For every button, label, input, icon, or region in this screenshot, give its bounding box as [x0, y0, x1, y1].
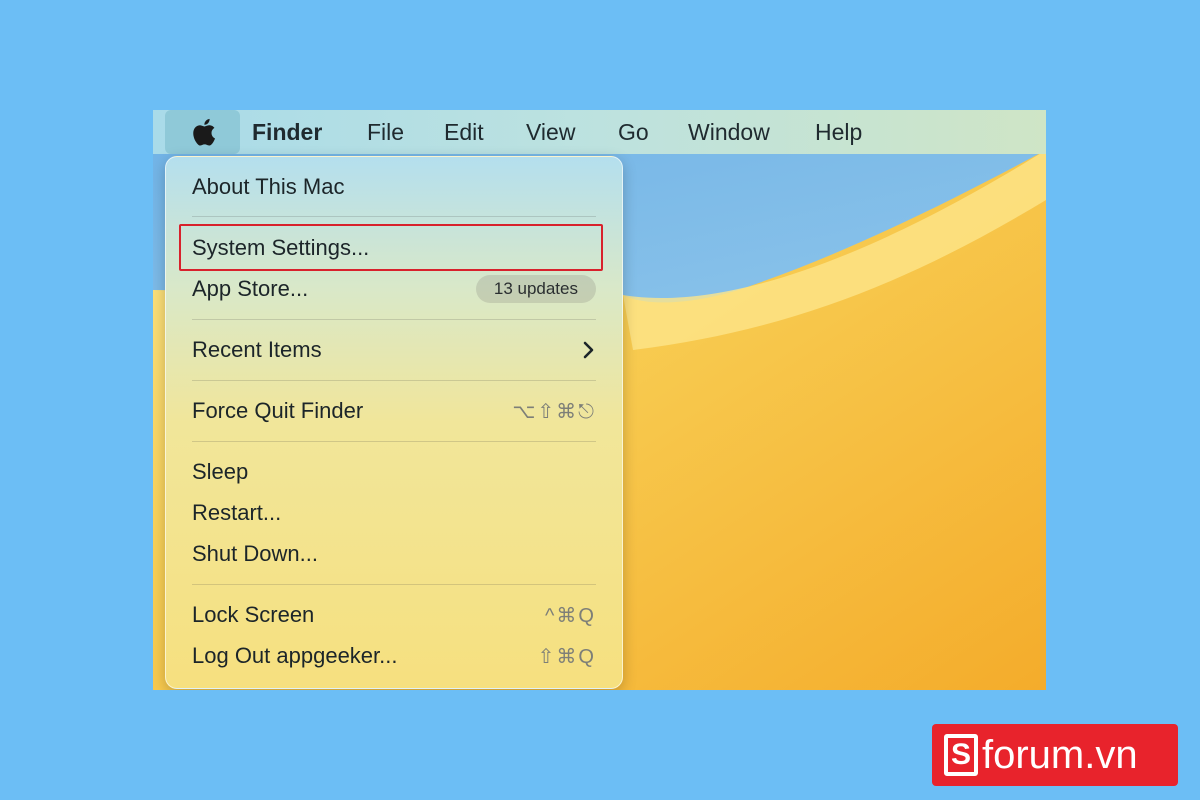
menu-separator — [192, 441, 596, 442]
menubar-finder[interactable]: Finder — [252, 110, 322, 154]
menu-separator — [192, 380, 596, 381]
menu-item-label: Recent Items — [192, 337, 322, 362]
sforum-s-icon: S — [944, 734, 978, 776]
menu-item-sleep[interactable]: Sleep — [192, 455, 596, 489]
updates-badge: 13 updates — [475, 275, 596, 303]
menu-item-lock-screen[interactable]: Lock Screen ^⌘Q — [192, 598, 596, 632]
menubar-window[interactable]: Window — [688, 110, 770, 154]
menu-separator — [192, 216, 596, 217]
menu-item-label: Sleep — [192, 459, 249, 484]
highlight-box — [179, 224, 603, 271]
shortcut-label: ⌥⇧⌘⎋ — [512, 400, 596, 423]
menu-item-force-quit[interactable]: Force Quit Finder ⌥⇧⌘⎋ — [192, 394, 596, 428]
menu-item-label: Log Out appgeeker... — [192, 643, 398, 668]
menubar-edit[interactable]: Edit — [444, 110, 484, 154]
menu-item-label: About This Mac — [192, 174, 345, 199]
shortcut-label: ^⌘Q — [545, 604, 596, 627]
menu-separator — [192, 319, 596, 320]
sforum-watermark-logo: S forum.vn — [932, 724, 1178, 786]
menubar-view[interactable]: View — [526, 110, 575, 154]
menubar-go[interactable]: Go — [618, 110, 649, 154]
menu-item-label: App Store... — [192, 276, 309, 301]
menu-item-label: Restart... — [192, 500, 282, 525]
menu-item-restart[interactable]: Restart... — [192, 496, 596, 530]
menubar-file[interactable]: File — [367, 110, 404, 154]
apple-dropdown-menu: About This Mac System Settings... App St… — [165, 156, 623, 689]
menu-item-label: Lock Screen — [192, 602, 315, 627]
menu-item-log-out[interactable]: Log Out appgeeker... ⇧⌘Q — [192, 639, 596, 673]
watermark-text: forum.vn — [982, 732, 1138, 777]
chevron-right-icon — [583, 341, 594, 359]
menu-item-about[interactable]: About This Mac — [192, 170, 596, 204]
apple-logo-icon — [192, 118, 215, 146]
menubar-help[interactable]: Help — [815, 110, 862, 154]
menu-separator — [192, 584, 596, 585]
menu-item-label: Force Quit Finder — [192, 398, 364, 423]
shortcut-label: ⇧⌘Q — [537, 645, 596, 668]
apple-menu-button[interactable] — [165, 110, 240, 154]
menu-item-label: Shut Down... — [192, 541, 318, 566]
menu-item-shut-down[interactable]: Shut Down... — [192, 537, 596, 571]
menu-bar: Finder File Edit View Go Window Help — [153, 110, 1046, 154]
screenshot: Finder File Edit View Go Window Help Abo… — [153, 110, 1046, 690]
menu-item-app-store[interactable]: App Store... 13 updates — [192, 272, 596, 306]
menu-item-recent-items[interactable]: Recent Items — [192, 333, 596, 367]
